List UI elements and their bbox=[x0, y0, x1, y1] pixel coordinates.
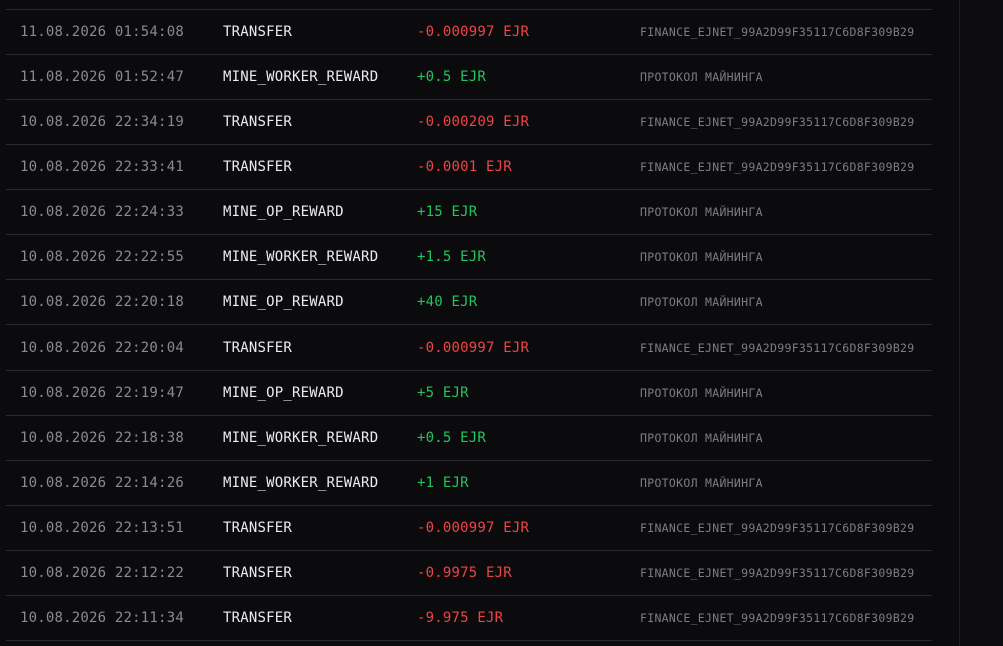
table-row[interactable]: 10.08.2026 22:33:41 TRANSFER -0.0001 EJR… bbox=[6, 145, 932, 190]
transaction-datetime: 10.08.2026 22:22:55 bbox=[20, 249, 184, 265]
transaction-amount: -0.000997 EJR bbox=[417, 24, 530, 40]
transaction-amount: +1 EJR bbox=[417, 475, 469, 491]
transaction-amount: +15 EJR bbox=[417, 204, 478, 220]
transaction-source: ПРОТОКОЛ МАЙНИНГА bbox=[640, 295, 763, 309]
transaction-source: FINANCE_EJNET_99A2D99F35117C6D8F309B29 bbox=[640, 25, 915, 39]
table-row[interactable]: 10.08.2026 22:11:34 TRANSFER -9.975 EJR … bbox=[6, 596, 932, 641]
transaction-amount: +0.5 EJR bbox=[417, 430, 487, 446]
transaction-table: 11.08.2026 01:54:08 TRANSFER -0.000997 E… bbox=[6, 9, 932, 641]
table-row[interactable]: 10.08.2026 22:14:26 MINE_WORKER_REWARD +… bbox=[6, 461, 932, 506]
table-row[interactable]: 11.08.2026 01:52:47 MINE_WORKER_REWARD +… bbox=[6, 55, 932, 100]
transaction-rows: 11.08.2026 01:54:08 TRANSFER -0.000997 E… bbox=[6, 10, 932, 641]
transaction-source: ПРОТОКОЛ МАЙНИНГА bbox=[640, 386, 763, 400]
transaction-source: ПРОТОКОЛ МАЙНИНГА bbox=[640, 476, 763, 490]
transaction-type: MINE_WORKER_REWARD bbox=[223, 475, 379, 491]
transaction-source: ПРОТОКОЛ МАЙНИНГА bbox=[640, 431, 763, 445]
transaction-source: FINANCE_EJNET_99A2D99F35117C6D8F309B29 bbox=[640, 611, 915, 625]
transaction-datetime: 10.08.2026 22:12:22 bbox=[20, 565, 184, 581]
table-row[interactable]: 10.08.2026 22:13:51 TRANSFER -0.000997 E… bbox=[6, 506, 932, 551]
transaction-type: TRANSFER bbox=[223, 520, 293, 536]
transaction-amount: +40 EJR bbox=[417, 294, 478, 310]
transaction-datetime: 10.08.2026 22:14:26 bbox=[20, 475, 184, 491]
table-row[interactable]: 10.08.2026 22:24:33 MINE_OP_REWARD +15 E… bbox=[6, 190, 932, 235]
transaction-type: TRANSFER bbox=[223, 24, 293, 40]
transaction-datetime: 10.08.2026 22:18:38 bbox=[20, 430, 184, 446]
table-row[interactable]: 11.08.2026 01:54:08 TRANSFER -0.000997 E… bbox=[6, 10, 932, 55]
table-row[interactable]: 10.08.2026 22:18:38 MINE_WORKER_REWARD +… bbox=[6, 416, 932, 461]
transaction-source: FINANCE_EJNET_99A2D99F35117C6D8F309B29 bbox=[640, 566, 915, 580]
transaction-type: TRANSFER bbox=[223, 339, 293, 356]
transaction-source: FINANCE_EJNET_99A2D99F35117C6D8F309B29 bbox=[640, 115, 915, 129]
transaction-datetime: 10.08.2026 22:24:33 bbox=[20, 204, 184, 220]
transaction-type: MINE_OP_REWARD bbox=[223, 294, 344, 310]
transaction-source: ПРОТОКОЛ МАЙНИНГА bbox=[640, 70, 763, 84]
transaction-amount: +0.5 EJR bbox=[417, 69, 487, 85]
transaction-type: MINE_WORKER_REWARD bbox=[223, 430, 379, 446]
transaction-type: TRANSFER bbox=[223, 565, 293, 581]
transaction-datetime: 10.08.2026 22:11:34 bbox=[20, 610, 184, 626]
transaction-datetime: 10.08.2026 22:19:47 bbox=[20, 385, 184, 401]
table-row[interactable]: 10.08.2026 22:12:22 TRANSFER -0.9975 EJR… bbox=[6, 551, 932, 596]
transaction-datetime: 10.08.2026 22:33:41 bbox=[20, 159, 184, 175]
transaction-datetime: 11.08.2026 01:52:47 bbox=[20, 69, 184, 85]
transaction-amount: -0.000997 EJR bbox=[417, 339, 530, 356]
table-row[interactable]: 10.08.2026 22:22:55 MINE_WORKER_REWARD +… bbox=[6, 235, 932, 280]
transaction-type: MINE_WORKER_REWARD bbox=[223, 249, 379, 265]
transaction-amount: -0.0001 EJR bbox=[417, 159, 512, 175]
transaction-amount: +1.5 EJR bbox=[417, 249, 487, 265]
transaction-type: TRANSFER bbox=[223, 610, 293, 626]
table-row[interactable]: 10.08.2026 22:20:04 TRANSFER -0.000997 E… bbox=[6, 325, 932, 371]
transaction-source: FINANCE_EJNET_99A2D99F35117C6D8F309B29 bbox=[640, 340, 915, 355]
transaction-amount: -0.9975 EJR bbox=[417, 565, 512, 581]
transaction-datetime: 11.08.2026 01:54:08 bbox=[20, 24, 184, 40]
transaction-amount: +5 EJR bbox=[417, 385, 469, 401]
transaction-source: ПРОТОКОЛ МАЙНИНГА bbox=[640, 250, 763, 264]
transaction-type: TRANSFER bbox=[223, 159, 293, 175]
transaction-source: FINANCE_EJNET_99A2D99F35117C6D8F309B29 bbox=[640, 521, 915, 535]
transaction-datetime: 10.08.2026 22:20:04 bbox=[20, 339, 184, 356]
transaction-amount: -0.000209 EJR bbox=[417, 114, 530, 130]
transaction-amount: -9.975 EJR bbox=[417, 610, 504, 626]
side-panel bbox=[959, 0, 1003, 646]
table-row[interactable]: 10.08.2026 22:19:47 MINE_OP_REWARD +5 EJ… bbox=[6, 371, 932, 416]
transaction-datetime: 10.08.2026 22:34:19 bbox=[20, 114, 184, 130]
transaction-type: MINE_WORKER_REWARD bbox=[223, 69, 379, 85]
transaction-source: FINANCE_EJNET_99A2D99F35117C6D8F309B29 bbox=[640, 160, 915, 174]
transaction-type: TRANSFER bbox=[223, 114, 293, 130]
transaction-amount: -0.000997 EJR bbox=[417, 520, 530, 536]
transaction-source: ПРОТОКОЛ МАЙНИНГА bbox=[640, 205, 763, 219]
transaction-type: MINE_OP_REWARD bbox=[223, 204, 344, 220]
transaction-type: MINE_OP_REWARD bbox=[223, 385, 344, 401]
table-row[interactable]: 10.08.2026 22:34:19 TRANSFER -0.000209 E… bbox=[6, 100, 932, 145]
transaction-datetime: 10.08.2026 22:13:51 bbox=[20, 520, 184, 536]
transaction-datetime: 10.08.2026 22:20:18 bbox=[20, 294, 184, 310]
table-row[interactable]: 10.08.2026 22:20:18 MINE_OP_REWARD +40 E… bbox=[6, 280, 932, 325]
